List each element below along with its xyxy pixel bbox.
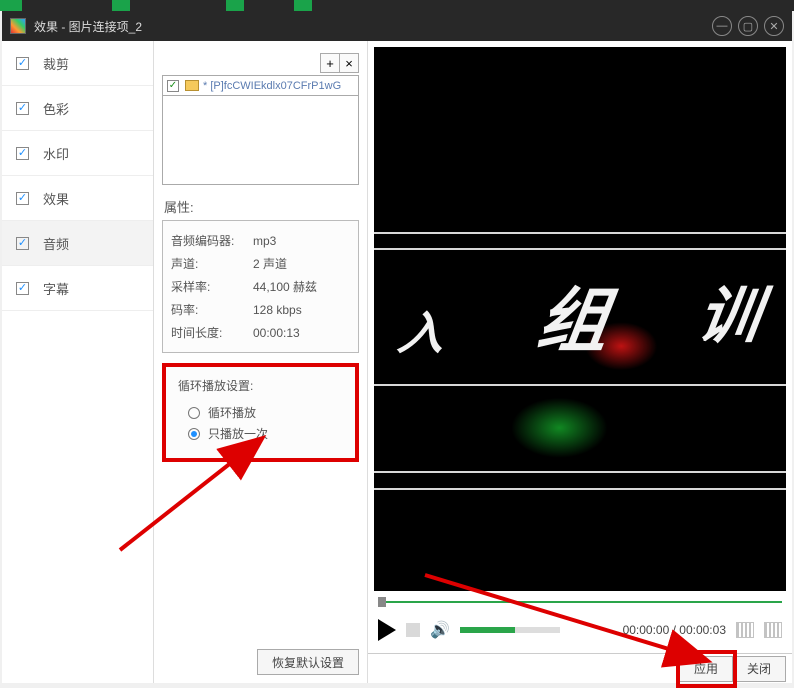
close-button[interactable]: 关闭 xyxy=(732,656,786,682)
sidebar-item-crop[interactable]: 裁剪 xyxy=(2,41,153,86)
checkbox-icon xyxy=(16,102,29,115)
sidebar-item-label: 水印 xyxy=(43,144,69,163)
app-icon xyxy=(10,18,26,34)
prop-row: 时间长度:00:00:13 xyxy=(169,321,352,344)
volume-slider[interactable] xyxy=(460,627,560,633)
checkbox-icon xyxy=(167,80,179,92)
file-name: * [P]fcCWIEkdlx07CFrP1wG xyxy=(203,80,341,92)
effects-dialog: 效果 - 图片连接项_2 — ▢ ✕ 裁剪 色彩 水印 效果 音频 字幕 + ×… xyxy=(2,11,792,683)
frame-view-button[interactable] xyxy=(764,622,782,638)
background-strip xyxy=(0,0,794,11)
sidebar-item-watermark[interactable]: 水印 xyxy=(2,131,153,176)
video-preview[interactable]: 组 训 入 xyxy=(374,47,786,591)
file-list-item[interactable]: * [P]fcCWIEkdlx07CFrP1wG xyxy=(163,76,358,96)
sidebar-item-subtitle[interactable]: 字幕 xyxy=(2,266,153,311)
close-window-button[interactable]: ✕ xyxy=(764,16,784,36)
restore-defaults-button[interactable]: 恢复默认设置 xyxy=(257,649,359,675)
prop-row: 声道:2 声道 xyxy=(169,252,352,275)
radio-icon xyxy=(188,407,200,419)
checkbox-icon xyxy=(16,237,29,250)
snapshot-button[interactable] xyxy=(736,622,754,638)
add-file-button[interactable]: + xyxy=(320,53,340,73)
stop-button[interactable] xyxy=(406,623,420,637)
sidebar-item-label: 字幕 xyxy=(43,279,69,298)
sidebar-item-label: 音频 xyxy=(43,234,69,253)
folder-icon xyxy=(185,80,199,91)
prop-row: 码率:128 kbps xyxy=(169,298,352,321)
sidebar-item-label: 效果 xyxy=(43,189,69,208)
apply-button[interactable]: 应用 xyxy=(679,656,733,682)
category-sidebar: 裁剪 色彩 水印 效果 音频 字幕 xyxy=(2,41,154,683)
loop-settings-box: 循环播放设置: 循环播放 只播放一次 xyxy=(162,363,359,462)
properties-box: 音频编码器:mp3 声道:2 声道 采样率:44,100 赫兹 码率:128 k… xyxy=(162,220,359,353)
sidebar-item-label: 色彩 xyxy=(43,99,69,118)
play-button[interactable] xyxy=(378,619,396,641)
maximize-button[interactable]: ▢ xyxy=(738,16,758,36)
sidebar-item-label: 裁剪 xyxy=(43,54,69,73)
volume-icon[interactable]: 🔊 xyxy=(430,620,450,640)
seek-bar[interactable] xyxy=(378,597,782,607)
dialog-footer: 应用 关闭 xyxy=(368,653,792,683)
titlebar: 效果 - 图片连接项_2 — ▢ ✕ xyxy=(2,11,792,41)
checkbox-icon xyxy=(16,147,29,160)
loop-settings-heading: 循环播放设置: xyxy=(178,377,343,394)
settings-panel: + × * [P]fcCWIEkdlx07CFrP1wG 属性: 音频编码器:m… xyxy=(154,41,368,683)
window-title: 效果 - 图片连接项_2 xyxy=(34,18,706,35)
preview-panel: 组 训 入 🔊 00:00:00 / 00:00:03 应用 xyxy=(368,41,792,683)
time-display: 00:00:00 / 00:00:03 xyxy=(623,623,726,637)
minimize-button[interactable]: — xyxy=(712,16,732,36)
radio-loop[interactable]: 循环播放 xyxy=(188,404,343,421)
checkbox-icon xyxy=(16,282,29,295)
prop-row: 音频编码器:mp3 xyxy=(169,229,352,252)
properties-heading: 属性: xyxy=(164,197,359,216)
player-controls: 🔊 00:00:00 / 00:00:03 xyxy=(368,607,792,653)
radio-icon xyxy=(188,428,200,440)
checkbox-icon xyxy=(16,192,29,205)
prop-row: 采样率:44,100 赫兹 xyxy=(169,275,352,298)
sidebar-item-effects[interactable]: 效果 xyxy=(2,176,153,221)
sidebar-item-audio[interactable]: 音频 xyxy=(2,221,153,266)
radio-play-once[interactable]: 只播放一次 xyxy=(188,425,343,442)
file-list[interactable]: * [P]fcCWIEkdlx07CFrP1wG xyxy=(162,75,359,185)
sidebar-item-color[interactable]: 色彩 xyxy=(2,86,153,131)
checkbox-icon xyxy=(16,57,29,70)
remove-file-button[interactable]: × xyxy=(339,53,359,73)
